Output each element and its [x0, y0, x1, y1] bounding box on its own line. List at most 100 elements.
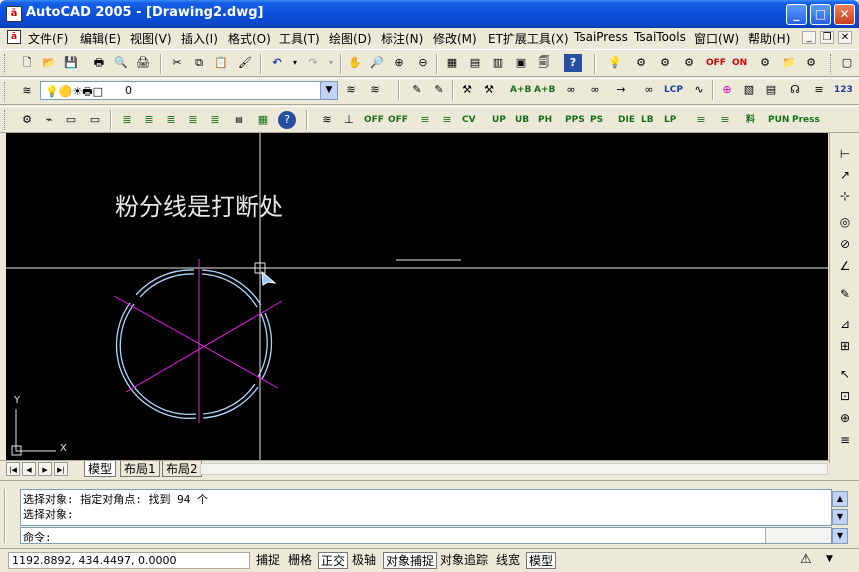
- numbering-button[interactable]: 123: [834, 81, 853, 99]
- ub-button[interactable]: UB: [515, 111, 529, 129]
- custom-11-icon[interactable]: ≋: [318, 111, 336, 129]
- tab-layout2[interactable]: 布局2: [162, 461, 202, 477]
- command-hscroll[interactable]: [765, 528, 831, 543]
- custom-13-icon[interactable]: ≡: [416, 111, 434, 129]
- extra-tool-icon[interactable]: ▢: [838, 54, 856, 72]
- pps-button[interactable]: PPS: [565, 111, 585, 129]
- diameter-dim-icon[interactable]: ⊘: [836, 235, 854, 253]
- scroll-up-icon[interactable]: ▲: [832, 491, 848, 507]
- paste-icon[interactable]: 📋: [212, 54, 230, 72]
- layer-on-button[interactable]: ON: [732, 54, 747, 72]
- preview-icon[interactable]: 🔍: [112, 54, 130, 72]
- layer-tool-3-icon[interactable]: ⚙: [680, 54, 698, 72]
- new-icon[interactable]: 🗋: [18, 54, 36, 72]
- text-tool-ab-1[interactable]: A+B: [510, 81, 531, 99]
- menu-dimension[interactable]: 标注(N): [381, 30, 423, 47]
- cut-icon[interactable]: ✂: [168, 54, 186, 72]
- custom-2-icon[interactable]: ⌁: [40, 111, 58, 129]
- layer-dropdown[interactable]: 💡🟡☀🖶□ 0 ▼: [40, 81, 338, 100]
- redo-icon[interactable]: ↷: [304, 54, 322, 72]
- off-button-2[interactable]: OFF: [388, 111, 408, 129]
- linear-dim-icon[interactable]: ⊢: [836, 145, 854, 163]
- horizontal-scrollbar[interactable]: [200, 463, 828, 475]
- angular-dim-icon[interactable]: ∠: [836, 257, 854, 275]
- layer-tool-4-icon[interactable]: ⚙: [756, 54, 774, 72]
- redo-dropdown-icon[interactable]: ▾: [322, 54, 340, 72]
- custom-16-icon[interactable]: ≡: [716, 111, 734, 129]
- cv-button[interactable]: CV: [462, 111, 476, 129]
- close-button[interactable]: ✕: [834, 4, 855, 25]
- layer-manager-icon[interactable]: ≋: [18, 82, 36, 100]
- last-tab-icon[interactable]: ▶|: [54, 462, 68, 476]
- otrack-toggle[interactable]: 对象追踪: [438, 552, 490, 569]
- layer-tool-6-icon[interactable]: ⚙: [802, 54, 820, 72]
- ph-button[interactable]: PH: [538, 111, 552, 129]
- die-button[interactable]: DIE: [618, 111, 635, 129]
- snap-toggle[interactable]: 捕捉: [254, 552, 282, 569]
- chevron-down-icon[interactable]: ▼: [320, 82, 337, 99]
- edit-tool-2-icon[interactable]: ✎: [430, 81, 448, 99]
- drawing-area[interactable]: 粉分线是打断处 Y X: [6, 133, 828, 460]
- publish-icon[interactable]: 🖨: [134, 54, 152, 72]
- edit-tool-1-icon[interactable]: ✎: [408, 81, 426, 99]
- custom-1-icon[interactable]: ⚙: [18, 111, 36, 129]
- doc-restore-button[interactable]: ❐: [820, 31, 834, 44]
- menu-tsaipress[interactable]: TsaiPress: [574, 30, 628, 44]
- scroll-down-icon[interactable]: ▼: [832, 509, 848, 525]
- layer-tool-1-icon[interactable]: ⚙: [632, 54, 650, 72]
- off-button-1[interactable]: OFF: [364, 111, 384, 129]
- layer-previous-icon[interactable]: ≋: [366, 81, 384, 99]
- scroll-down-2-icon[interactable]: ▼: [832, 528, 848, 544]
- communication-center-icon[interactable]: ⚠: [800, 552, 812, 567]
- custom-12-icon[interactable]: ⊥: [340, 111, 358, 129]
- custom-6-icon[interactable]: ≣: [140, 111, 158, 129]
- continue-dim-icon[interactable]: ⊞: [836, 337, 854, 355]
- menu-format[interactable]: 格式(O): [228, 30, 271, 47]
- document-icon[interactable]: ā: [7, 30, 21, 44]
- leader-icon[interactable]: ↖: [836, 365, 854, 383]
- tool-palettes-icon[interactable]: ▥: [489, 54, 507, 72]
- command-input[interactable]: 命令:: [20, 527, 832, 544]
- custom-15-icon[interactable]: ≡: [692, 111, 710, 129]
- plot-icon[interactable]: 🖶: [90, 54, 108, 72]
- menu-tools[interactable]: 工具(T): [279, 30, 320, 47]
- hatch-tool-icon[interactable]: ▤: [762, 81, 780, 99]
- layer-off-button[interactable]: OFF: [706, 54, 726, 72]
- command-window-grip[interactable]: [4, 489, 16, 543]
- text-tool-ab-2[interactable]: A+B: [534, 81, 555, 99]
- custom-14-icon[interactable]: ≡: [438, 111, 456, 129]
- lightbulb-icon[interactable]: 💡: [606, 54, 624, 72]
- image-tool-icon[interactable]: ▧: [740, 81, 758, 99]
- up-button[interactable]: UP: [492, 111, 506, 129]
- press-button[interactable]: Press: [792, 111, 820, 129]
- next-tab-icon[interactable]: ▶: [38, 462, 52, 476]
- match-properties-icon[interactable]: 🖌: [236, 54, 254, 72]
- autocad-icon[interactable]: ā: [6, 6, 22, 22]
- zoom-realtime-icon[interactable]: 🔎: [368, 54, 386, 72]
- pan-icon[interactable]: ✋: [346, 54, 364, 72]
- model-toggle[interactable]: 模型: [526, 552, 557, 569]
- properties-icon[interactable]: ▦: [443, 54, 461, 72]
- custom-7-icon[interactable]: ≣: [162, 111, 180, 129]
- edit-tool-4-icon[interactable]: ⚒: [480, 81, 498, 99]
- tab-model[interactable]: 模型: [84, 461, 117, 477]
- menu-modify[interactable]: 修改(M): [433, 30, 477, 47]
- dbconnect-icon[interactable]: ▣: [512, 54, 530, 72]
- tolerance-icon[interactable]: ⊡: [836, 387, 854, 405]
- ortho-toggle[interactable]: 正交: [318, 552, 349, 569]
- custom-9-icon[interactable]: ≣: [206, 111, 224, 129]
- ordinate-dim-icon[interactable]: ⊹: [836, 187, 854, 205]
- menu-express-tools[interactable]: ET扩展工具(X): [488, 30, 569, 47]
- copy-icon[interactable]: ⧉: [190, 54, 208, 72]
- doc-close-button[interactable]: ✕: [838, 31, 852, 44]
- menu-insert[interactable]: 插入(I): [181, 30, 218, 47]
- undo-icon[interactable]: ↶: [268, 54, 286, 72]
- doc-minimize-button[interactable]: _: [802, 31, 816, 44]
- custom-8-icon[interactable]: ≣: [184, 111, 202, 129]
- help-icon[interactable]: ?: [564, 54, 582, 72]
- status-menu-icon[interactable]: ▼: [826, 554, 833, 564]
- arrow-tool-icon[interactable]: →: [612, 81, 630, 99]
- undo-dropdown-icon[interactable]: ▾: [286, 54, 304, 72]
- title-bar[interactable]: ā AutoCAD 2005 - [Drawing2.dwg] _ □ ✕: [0, 0, 859, 28]
- link-tool-1-icon[interactable]: ∞: [562, 81, 580, 99]
